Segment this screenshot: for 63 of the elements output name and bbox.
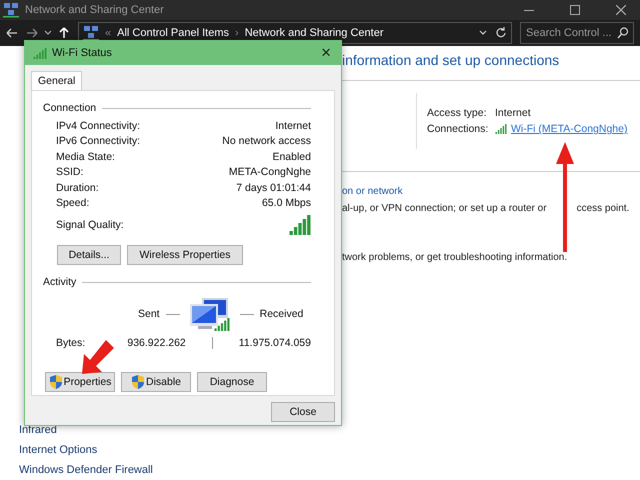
refresh-icon [495, 27, 507, 39]
field-label: SSID: [56, 166, 84, 178]
task-description: ccess point. [576, 203, 630, 216]
signal-bars-icon [33, 48, 47, 58]
field-label: IPv6 Connectivity: [56, 135, 140, 148]
field-value: Internet [275, 120, 311, 132]
field-label: IPv4 Connectivity: [56, 120, 140, 132]
field-label: Access type: [427, 107, 488, 119]
shield-icon [48, 375, 63, 389]
button[interactable]: Diagnose [197, 372, 267, 392]
button[interactable]: Wireless Properties [127, 245, 243, 265]
task-description: al-up, or VPN connection; or set up a router or [342, 203, 547, 216]
tab[interactable]: General [31, 71, 82, 90]
task-description: twork problems, or get troubleshooting information. [342, 252, 568, 265]
received-label: Received [260, 308, 304, 320]
field-label: Speed: [56, 197, 90, 210]
breadcrumb-separator: › [235, 27, 239, 39]
maximize-icon [570, 5, 580, 15]
page-heading: information and set up connections [342, 52, 560, 70]
field-value: 936.922.262 [127, 337, 186, 349]
network-icon [83, 25, 99, 41]
button[interactable]: Properties [45, 372, 115, 392]
window-title: Network and Sharing Center [25, 4, 164, 16]
field-label: Duration: [56, 182, 99, 194]
computers-drawing [188, 296, 232, 332]
button[interactable]: Disable [121, 372, 191, 392]
search-field[interactable]: Search Control ... [520, 22, 634, 44]
breadcrumb-separator: « [105, 27, 112, 39]
sidebar-link[interactable]: Windows Defender Firewall [19, 460, 340, 480]
field-value: 65.0 Mbps [262, 197, 311, 210]
field-value: Enabled [272, 150, 311, 163]
signal-bars-icon [495, 124, 507, 134]
field-value: 7 days 01:01:44 [236, 182, 311, 194]
signal-bars-icon [289, 215, 311, 235]
sent-label: Sent [138, 308, 160, 320]
network-icon [3, 2, 19, 18]
field-label: Media State: [56, 150, 115, 163]
forward-arrow-icon [26, 27, 38, 39]
back-arrow-icon [6, 27, 18, 39]
field-label: Signal Quality: [56, 219, 124, 231]
field-label: Connections: [427, 123, 490, 135]
task-link[interactable]: on or network [342, 186, 640, 203]
field-value: Internet [495, 107, 531, 119]
connection-link[interactable]: Wi-Fi (META-CongNghe) [511, 123, 628, 135]
close-button[interactable]: × [319, 44, 333, 62]
group-label: Connection [43, 102, 96, 114]
field-value: No network access [222, 135, 311, 148]
sidebar-link[interactable]: Internet Options [19, 440, 340, 460]
button[interactable]: Details... [57, 245, 121, 265]
close-icon [616, 5, 626, 15]
field-label: Bytes: [56, 337, 86, 349]
group-label: Activity [43, 276, 76, 288]
close-button[interactable]: Close [271, 402, 335, 422]
up-arrow-icon [58, 27, 70, 39]
chevron-down-icon [479, 29, 487, 37]
breadcrumb[interactable]: Network and Sharing Center [244, 27, 384, 39]
field-value: META-CongNghe [228, 166, 311, 178]
field-value: 11.975.074.059 [238, 337, 311, 349]
shield-icon [130, 375, 145, 389]
dialog-title: Wi-Fi Status [52, 47, 112, 59]
search-icon [617, 27, 629, 39]
breadcrumb[interactable]: All Control Panel Items [117, 27, 230, 39]
chevron-down-icon [44, 29, 52, 37]
